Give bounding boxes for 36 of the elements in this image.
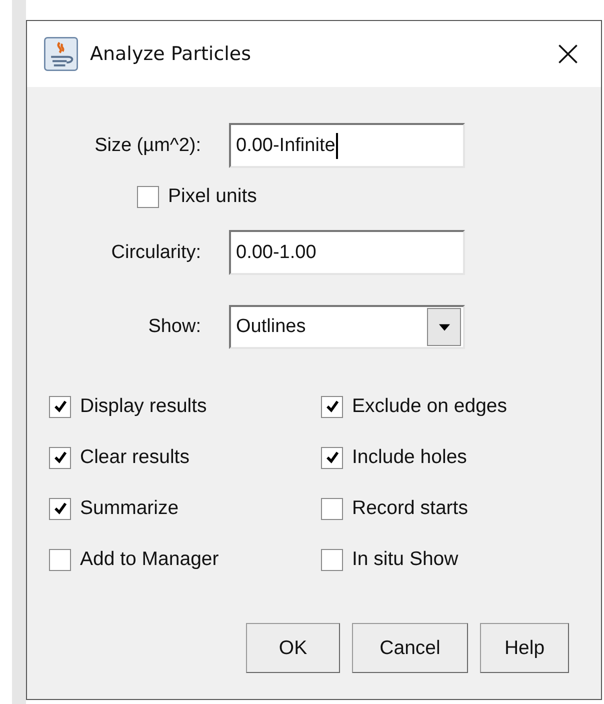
- dialog-button[interactable]: OK: [246, 623, 340, 673]
- checkbox[interactable]: [49, 498, 71, 520]
- checkmark-icon: [52, 501, 68, 516]
- checkbox-label[interactable]: Add to Manager: [80, 548, 219, 571]
- checkbox-label[interactable]: Exclude on edges: [352, 395, 508, 418]
- checkmark-icon: [52, 399, 68, 414]
- checkbox-label[interactable]: Clear results: [80, 446, 190, 469]
- checkbox[interactable]: [321, 498, 343, 520]
- checkbox-label[interactable]: Pixel units: [168, 185, 257, 208]
- text-field[interactable]: 0.00-1.00: [229, 230, 465, 275]
- checkbox-label[interactable]: Include holes: [352, 446, 467, 469]
- checkbox[interactable]: [49, 396, 71, 418]
- field-label: Circularity:: [110, 242, 201, 264]
- checkbox[interactable]: [49, 446, 71, 468]
- field-label: Size (µm^2):: [94, 134, 201, 156]
- checkmark-icon: [324, 450, 340, 465]
- close-icon[interactable]: [557, 43, 579, 65]
- checkbox-label[interactable]: In situ Show: [352, 548, 458, 571]
- text-field[interactable]: 0.00-Infinite: [229, 123, 465, 168]
- dialog-button[interactable]: Cancel: [352, 623, 468, 673]
- checkbox[interactable]: [321, 446, 343, 468]
- dialog-button[interactable]: Help: [480, 623, 569, 673]
- checkmark-icon: [52, 450, 68, 465]
- checkmark-icon: [324, 399, 340, 414]
- checkbox[interactable]: [321, 548, 343, 570]
- checkbox[interactable]: [49, 548, 71, 570]
- window-title: Analyze Particles: [90, 43, 252, 65]
- coffee-cup-icon: [44, 37, 78, 71]
- field-label: Show:: [147, 316, 201, 338]
- checkbox-label[interactable]: Record starts: [352, 497, 468, 520]
- show-dropdown[interactable]: Outlines: [229, 305, 465, 349]
- checkbox[interactable]: [137, 186, 159, 208]
- checkbox-label[interactable]: Summarize: [80, 497, 179, 520]
- checkbox[interactable]: [321, 396, 343, 418]
- caret-icon: [438, 324, 450, 330]
- checkbox-label[interactable]: Display results: [80, 395, 207, 418]
